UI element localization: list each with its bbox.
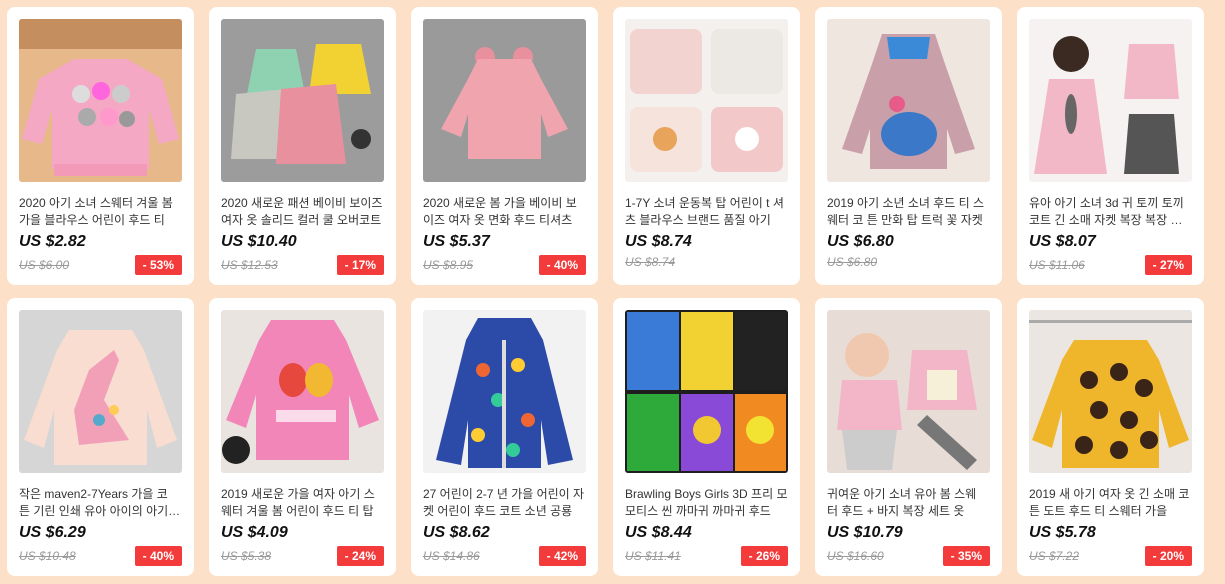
product-price: US $10.40 bbox=[221, 233, 297, 250]
product-title[interactable]: 작은 maven2-7Years 가을 코 튼 기린 인쇄 유아 아이의 아기 … bbox=[19, 486, 182, 520]
product-price: US $2.82 bbox=[19, 233, 86, 250]
bear-ear-hoodies-image[interactable] bbox=[221, 19, 384, 182]
product-price: US $5.37 bbox=[423, 233, 490, 250]
product-title[interactable]: 유아 아기 소녀 3d 귀 토끼 토끼 코트 긴 소매 자켓 복장 복장 세트 bbox=[1029, 195, 1192, 229]
discount-badge: - 24% bbox=[336, 546, 384, 566]
product-price: US $8.07 bbox=[1029, 233, 1096, 250]
product-title[interactable]: 2019 새로운 가을 여자 아기 스웨터 겨울 봄 어린이 후드 티 탑 bbox=[221, 486, 384, 520]
discount-badge: - 20% bbox=[1144, 546, 1192, 566]
product-grid: 2020 아기 소녀 스웨터 겨울 봄 가을 블라우스 어린이 후드 티 US … bbox=[7, 7, 1204, 576]
discount-badge: - 53% bbox=[134, 255, 182, 275]
bunny-coat-image[interactable] bbox=[1029, 19, 1192, 182]
product-title[interactable]: 2020 새로운 봄 가을 베이비 보이즈 여자 옷 면화 후드 티셔츠 bbox=[423, 195, 586, 229]
giraffe-sweatshirt-image[interactable] bbox=[19, 310, 182, 473]
discount-badge: - 42% bbox=[538, 546, 586, 566]
original-price: US $7.22 bbox=[1029, 549, 1080, 563]
original-price: US $12.53 bbox=[221, 258, 278, 272]
original-price: US $10.48 bbox=[19, 549, 76, 563]
printed-sweatshirts-image[interactable] bbox=[625, 19, 788, 182]
product-title[interactable]: 귀여운 아기 소녀 유아 봄 스웨 터 후드 + 바지 복장 세트 옷 bbox=[827, 486, 990, 520]
peacock-hoodie-image[interactable] bbox=[827, 19, 990, 182]
product-title[interactable]: 2020 새로운 패션 베이비 보이즈 여자 옷 솔리드 컬러 쿨 오버코트 bbox=[221, 195, 384, 229]
product-title[interactable]: 2019 아기 소년 소녀 후드 티 스웨터 코 튼 만화 탑 트럭 꽃 자켓 bbox=[827, 195, 990, 229]
product-card[interactable]: 27 어린이 2-7 년 가을 어린이 자켓 어린이 후드 코트 소년 공룡 U… bbox=[411, 298, 598, 576]
product-card[interactable]: Brawling Boys Girls 3D 프리 모 모티스 씬 까마귀 까마… bbox=[613, 298, 800, 576]
brawl-hoodies-image[interactable] bbox=[625, 310, 788, 473]
product-price: US $8.44 bbox=[625, 524, 692, 541]
product-title[interactable]: 2020 아기 소녀 스웨터 겨울 봄 가을 블라우스 어린이 후드 티 bbox=[19, 195, 182, 229]
product-title[interactable]: 27 어린이 2-7 년 가을 어린이 자켓 어린이 후드 코트 소년 공룡 bbox=[423, 486, 586, 520]
discount-badge: - 40% bbox=[134, 546, 182, 566]
original-price: US $6.80 bbox=[827, 255, 878, 269]
product-price: US $5.78 bbox=[1029, 524, 1096, 541]
friends-sweatshirt-image[interactable] bbox=[221, 310, 384, 473]
product-card[interactable]: 2019 새 아기 여자 옷 긴 소매 코 튼 도트 후드 티 스웨터 가을 U… bbox=[1017, 298, 1204, 576]
product-price: US $10.79 bbox=[827, 524, 903, 541]
pink-hoodie-image[interactable] bbox=[423, 19, 586, 182]
product-title[interactable]: 2019 새 아기 여자 옷 긴 소매 코 튼 도트 후드 티 스웨터 가을 bbox=[1029, 486, 1192, 520]
product-price: US $6.29 bbox=[19, 524, 86, 541]
product-card[interactable]: 2019 새로운 가을 여자 아기 스웨터 겨울 봄 어린이 후드 티 탑 US… bbox=[209, 298, 396, 576]
baby-outfit-image[interactable] bbox=[827, 310, 990, 473]
product-card[interactable]: 2019 아기 소년 소녀 후드 티 스웨터 코 튼 만화 탑 트럭 꽃 자켓 … bbox=[815, 7, 1002, 285]
product-card[interactable]: 작은 maven2-7Years 가을 코 튼 기린 인쇄 유아 아이의 아기 … bbox=[7, 298, 194, 576]
product-card[interactable]: 2020 새로운 패션 베이비 보이즈 여자 옷 솔리드 컬러 쿨 오버코트 U… bbox=[209, 7, 396, 285]
original-price: US $5.38 bbox=[221, 549, 272, 563]
product-card[interactable]: 1-7Y 소녀 운동복 탑 어린이 t 셔츠 블라우스 브랜드 품질 아기 US… bbox=[613, 7, 800, 285]
product-card[interactable]: 귀여운 아기 소녀 유아 봄 스웨 터 후드 + 바지 복장 세트 옷 US $… bbox=[815, 298, 1002, 576]
discount-badge: - 17% bbox=[336, 255, 384, 275]
discount-badge: - 26% bbox=[740, 546, 788, 566]
dinosaur-jacket-image[interactable] bbox=[423, 310, 586, 473]
product-card[interactable]: 유아 아기 소녀 3d 귀 토끼 토끼 코트 긴 소매 자켓 복장 복장 세트 … bbox=[1017, 7, 1204, 285]
discount-badge: - 27% bbox=[1144, 255, 1192, 275]
original-price: US $11.41 bbox=[625, 549, 681, 563]
product-card[interactable]: 2020 새로운 봄 가을 베이비 보이즈 여자 옷 면화 후드 티셔츠 US … bbox=[411, 7, 598, 285]
original-price: US $14.86 bbox=[423, 549, 480, 563]
product-card[interactable]: 2020 아기 소녀 스웨터 겨울 봄 가을 블라우스 어린이 후드 티 US … bbox=[7, 7, 194, 285]
product-price: US $4.09 bbox=[221, 524, 288, 541]
pink-cats-sweatshirt-image[interactable] bbox=[19, 19, 182, 182]
discount-badge: - 35% bbox=[942, 546, 990, 566]
product-price: US $8.62 bbox=[423, 524, 490, 541]
original-price: US $11.06 bbox=[1029, 258, 1085, 272]
original-price: US $8.74 bbox=[625, 255, 676, 269]
discount-badge: - 40% bbox=[538, 255, 586, 275]
original-price: US $6.00 bbox=[19, 258, 70, 272]
product-title[interactable]: 1-7Y 소녀 운동복 탑 어린이 t 셔츠 블라우스 브랜드 품질 아기 bbox=[625, 195, 788, 229]
original-price: US $8.95 bbox=[423, 258, 474, 272]
original-price: US $16.60 bbox=[827, 549, 884, 563]
product-title[interactable]: Brawling Boys Girls 3D 프리 모 모티스 씬 까마귀 까마… bbox=[625, 486, 788, 520]
product-price: US $6.80 bbox=[827, 233, 894, 250]
polka-dot-sweatshirt-image[interactable] bbox=[1029, 310, 1192, 473]
product-price: US $8.74 bbox=[625, 233, 692, 250]
